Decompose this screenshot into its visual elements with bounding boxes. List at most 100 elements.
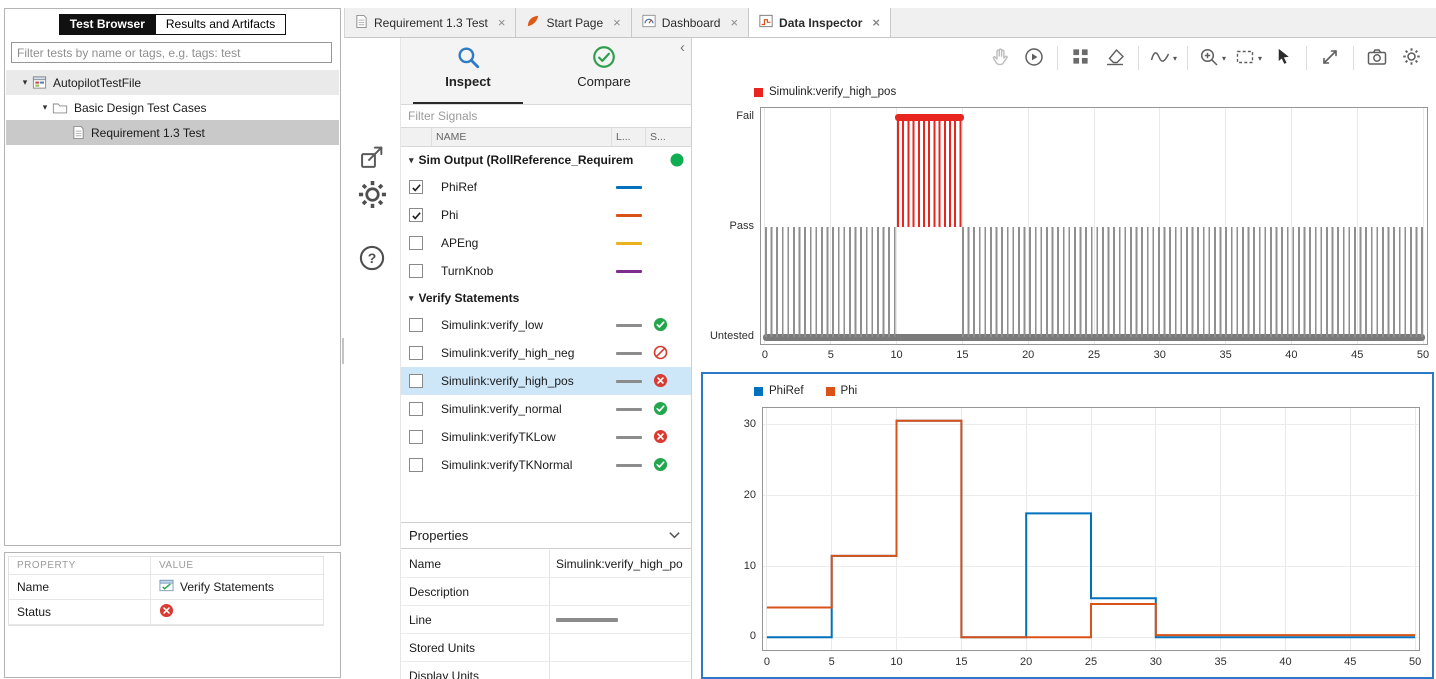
tree-item-autopilottestfile[interactable]: ▾ AutopilotTestFile <box>6 70 339 95</box>
run-status-dot-icon <box>670 153 684 167</box>
layout-button[interactable] <box>1068 44 1094 72</box>
signal-property-value: Simulink:verify_high_po <box>549 550 691 577</box>
signal-checkbox[interactable] <box>409 236 423 250</box>
signal-properties-rows: Name Simulink:verify_high_po Description Li… <box>401 550 691 679</box>
inspector-mode-header: Inspect Compare ‹ <box>401 38 691 105</box>
signal-line-sample <box>616 242 642 245</box>
y-tick-label: Fail <box>736 110 754 123</box>
signal-property-row-description: Description <box>401 578 691 606</box>
tree-item-basic-design-test-cases[interactable]: ▾ Basic Design Test Cases <box>6 95 339 120</box>
signal-row-turnknob[interactable]: TurnKnob <box>401 257 691 285</box>
signal-checkbox[interactable] <box>409 318 423 332</box>
legend-swatch <box>825 386 835 396</box>
collapse-group-icon[interactable]: ▾ <box>409 155 414 166</box>
x-tick-label: 45 <box>1351 349 1364 361</box>
selected-chart-frame[interactable]: PhiRef Phi 0 10 20 30 0 5 10 15 20 25 30 35 40 45 50 <box>701 372 1434 679</box>
property-row-name: Name Verify Statements <box>9 575 323 600</box>
signal-row-simulink-verifytknormal[interactable]: Simulink:verifyTKNormal <box>401 451 691 479</box>
tab-test-browser[interactable]: Test Browser <box>58 14 156 35</box>
doc-tab-label: Requirement 1.3 Test <box>374 15 488 30</box>
signal-row-simulink-verify-high-pos[interactable]: Simulink:verify_high_pos <box>401 367 691 395</box>
fit-icon <box>1319 46 1341 71</box>
signal-row-simulink-verify-low[interactable]: Simulink:verify_low <box>401 311 691 339</box>
signal-row-simulink-verify-normal[interactable]: Simulink:verify_normal <box>401 395 691 423</box>
doc-tab-requirement-1-3-test[interactable]: Requirement 1.3 Test × <box>345 8 517 37</box>
property-value-text: Verify Statements <box>180 580 275 594</box>
x-tick-label: 15 <box>956 349 969 361</box>
properties-title: Properties <box>409 528 469 543</box>
signal-row-simulink-verify-high-neg[interactable]: Simulink:verify_high_neg <box>401 339 691 367</box>
y-tick-label: 30 <box>743 417 756 430</box>
close-tab-icon[interactable]: × <box>730 15 738 30</box>
active-tab-underline <box>413 102 523 104</box>
signal-row-apeng[interactable]: APEng <box>401 229 691 257</box>
signal-line-sample <box>616 380 642 383</box>
erase-button[interactable] <box>1102 44 1128 72</box>
data-inspector-icon <box>759 14 773 31</box>
signals-chart-x-axis: 0 5 10 15 20 25 30 35 40 45 50 <box>762 655 1422 669</box>
signal-checkbox[interactable] <box>409 430 423 444</box>
tab-results-and-artifacts[interactable]: Results and Artifacts <box>154 14 287 35</box>
verify-chart-plot[interactable] <box>760 107 1428 345</box>
tree-expand-icon[interactable]: ▾ <box>18 77 32 88</box>
playback-button[interactable] <box>1021 44 1047 72</box>
properties-section-header[interactable]: Properties <box>401 522 691 549</box>
collapse-panel-icon[interactable]: ‹ <box>680 39 685 56</box>
help-button[interactable]: ? <box>355 242 389 276</box>
cursor-button[interactable] <box>1270 44 1296 72</box>
tree-item-label: Basic Design Test Cases <box>74 100 207 115</box>
name-column-header: NAME <box>431 128 611 146</box>
export-button[interactable] <box>355 141 389 175</box>
signal-checkbox[interactable] <box>409 346 423 360</box>
signal-list: ▾ Sim Output (RollReference_Requirem PhiRe… <box>401 147 691 479</box>
signal-row-phi[interactable]: Phi <box>401 201 691 229</box>
signals-chart-plot[interactable] <box>762 407 1420 651</box>
x-tick-label: 50 <box>1416 349 1430 361</box>
snapshot-button[interactable] <box>1364 44 1390 72</box>
chevron-down-icon <box>668 528 681 543</box>
signal-line-sample <box>616 324 642 327</box>
collapse-group-icon[interactable]: ▾ <box>409 293 414 304</box>
tree-item-requirement-1-3-test[interactable]: Requirement 1.3 Test <box>6 120 339 145</box>
signal-row-phiref[interactable]: PhiRef <box>401 173 691 201</box>
signal-checkbox[interactable] <box>409 180 423 194</box>
signal-style-button[interactable]: ▾ <box>1149 44 1177 72</box>
doc-tab-dashboard[interactable]: Dashboard × <box>632 8 750 37</box>
preferences-button[interactable] <box>355 179 389 213</box>
settings-button[interactable] <box>1398 44 1424 72</box>
tab-compare[interactable]: Compare <box>549 44 659 89</box>
signal-filter-input[interactable] <box>401 105 691 128</box>
signal-checkbox[interactable] <box>409 374 423 388</box>
signal-checkbox[interactable] <box>409 402 423 416</box>
signal-group-sim-output-rollreference-requirem[interactable]: ▾ Sim Output (RollReference_Requirem <box>401 147 691 173</box>
signal-checkbox[interactable] <box>409 264 423 278</box>
chevron-down-icon: ▾ <box>1221 53 1226 63</box>
untested-status-icon <box>653 345 668 360</box>
doc-tab-start-page[interactable]: Start Page × <box>516 8 632 37</box>
signal-checkbox[interactable] <box>409 208 423 222</box>
toolbar-separator <box>1306 46 1307 70</box>
region-select-button[interactable]: ▾ <box>1234 44 1262 72</box>
fit-button[interactable] <box>1317 44 1343 72</box>
signal-group-verify-statements[interactable]: ▾ Verify Statements <box>401 285 691 311</box>
signal-property-value <box>549 578 691 605</box>
tree-expand-icon[interactable]: ▾ <box>38 102 52 113</box>
test-browser-panel: Test Browser Results and Artifacts ▾ Auto… <box>4 8 341 546</box>
x-tick-label: 40 <box>1279 656 1292 668</box>
signal-checkbox[interactable] <box>409 458 423 472</box>
zoom-button[interactable]: ▾ <box>1198 44 1226 72</box>
close-tab-icon[interactable]: × <box>613 15 621 30</box>
test-filter-input[interactable] <box>11 42 332 63</box>
close-tab-icon[interactable]: × <box>498 15 506 30</box>
settings-icon <box>1401 46 1422 70</box>
verify-fail-cap <box>894 114 965 121</box>
close-tab-icon[interactable]: × <box>872 15 880 30</box>
tab-inspect[interactable]: Inspect <box>413 44 523 89</box>
signal-row-simulink-verifytklow[interactable]: Simulink:verifyTKLow <box>401 423 691 451</box>
pan-icon <box>989 46 1011 71</box>
region-select-icon <box>1234 46 1256 71</box>
doc-tab-data-inspector[interactable]: Data Inspector × <box>749 8 891 37</box>
inspect-magnifier-icon <box>455 47 481 73</box>
signals-chart-legend: PhiRef Phi <box>754 385 857 397</box>
pan-button[interactable] <box>987 44 1013 72</box>
